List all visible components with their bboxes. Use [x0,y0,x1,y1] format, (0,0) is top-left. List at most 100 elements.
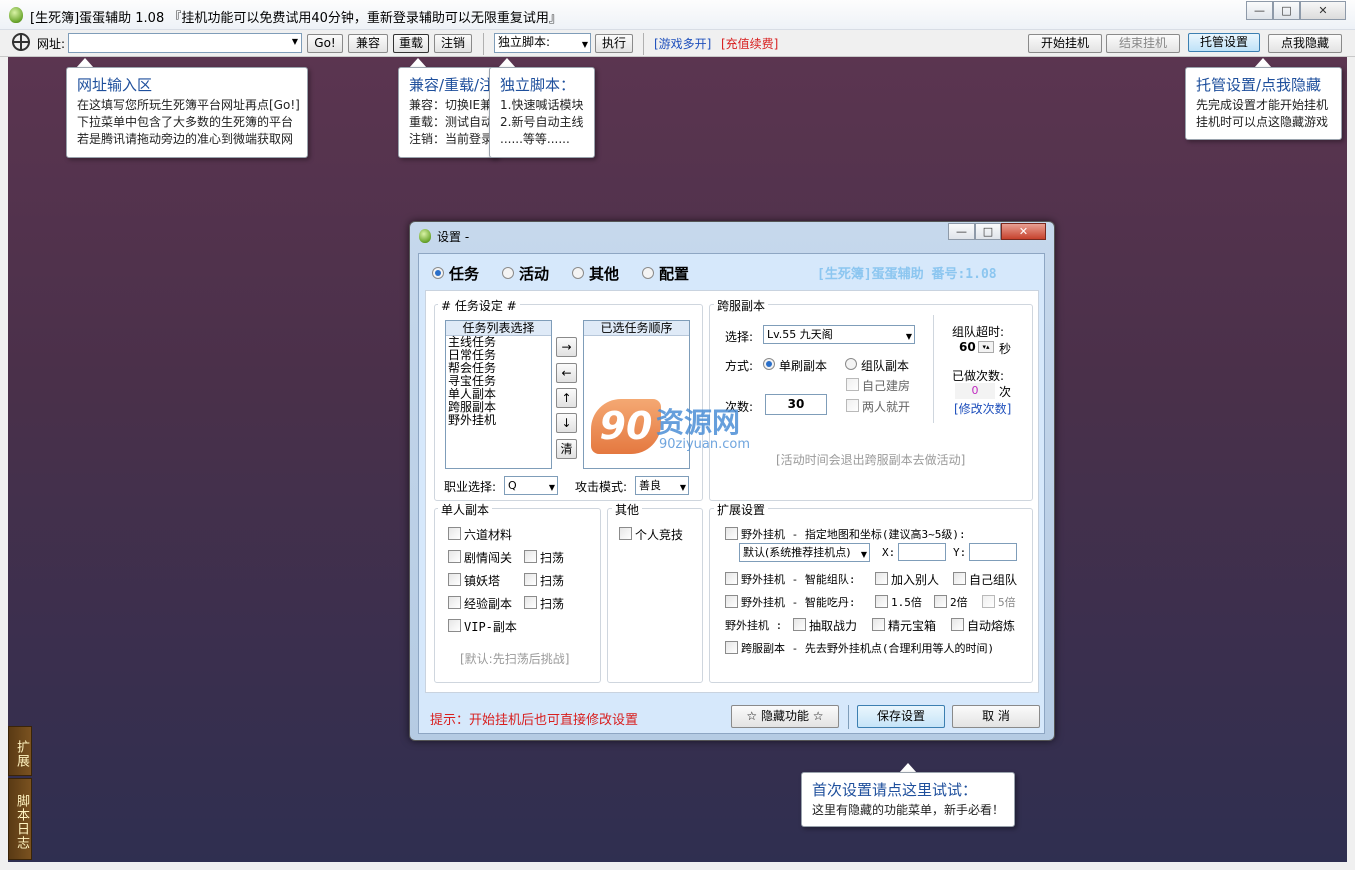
divider [848,705,849,729]
field-map-checkbox[interactable] [725,527,738,540]
job-value: Q [508,479,517,492]
stop-hangup-button[interactable]: 结束挂机 [1106,34,1180,53]
solo-checkbox[interactable] [448,550,461,563]
tab-activity[interactable]: 活动 [519,263,549,284]
multi-open-link[interactable]: [游戏多开] [654,35,711,52]
other-legend: 其他 [612,501,643,518]
crosshair-icon[interactable] [12,33,30,51]
dialog-minimize-button[interactable]: — [948,223,975,240]
modify-count-link[interactable]: [修改次数] [954,400,1011,417]
url-input[interactable]: ▼ [68,33,302,53]
arena-checkbox[interactable] [619,527,632,540]
move-left-button[interactable]: ← [556,363,577,383]
two-open-checkbox[interactable] [846,399,859,412]
tip-line: 先完成设置才能开始挂机 [1196,98,1329,112]
script-select[interactable]: 独立脚本: ▼ [494,33,591,53]
toolbar: 网址: ▼ Go! 兼容 重载 注销 独立脚本: ▼ 执行 [游戏多开] [充值续… [0,30,1355,57]
tab-config[interactable]: 配置 [659,263,689,284]
first-setup-tip: 首次设置请点这里试试： 这里有隐藏的功能菜单，新手必看！ [801,772,1015,827]
tab-task-radio[interactable] [432,267,444,279]
pill-2x-checkbox[interactable] [934,595,947,608]
tab-activity-radio[interactable] [502,267,514,279]
solo-note: [默认:先扫荡后挑战] [460,652,570,666]
tab-task[interactable]: 任务 [449,263,479,284]
attack-mode-select[interactable]: 善良 ▼ [635,476,689,495]
auto-smelt-checkbox[interactable] [951,618,964,631]
frame-bottom [0,862,1355,870]
minimize-button[interactable]: — [1246,1,1273,20]
move-up-button[interactable]: ↑ [556,388,577,408]
team-timeout-value[interactable]: 60 [959,340,976,354]
smart-team-label: 野外挂机 - 智能组队: [741,573,856,586]
smart-pill-checkbox[interactable] [725,595,738,608]
team-radio[interactable] [845,358,857,370]
divider [483,33,484,55]
cross-first-checkbox[interactable] [725,641,738,654]
chevron-down-icon[interactable]: ▼ [292,37,298,46]
smart-team-checkbox[interactable] [725,572,738,585]
hide-game-button[interactable]: 点我隐藏 [1268,34,1342,53]
close-button[interactable]: ✕ [1300,1,1346,20]
single-label: 单刷副本 [779,359,828,373]
count-input[interactable]: 30 [765,394,827,415]
sweep-checkbox[interactable] [524,550,537,563]
essence-box-checkbox[interactable] [872,618,885,631]
move-down-button[interactable]: ↓ [556,413,577,433]
own-team-checkbox[interactable] [953,572,966,585]
save-settings-button[interactable]: 保存设置 [857,705,945,728]
maximize-button[interactable]: □ [1273,1,1300,20]
sweep-checkbox[interactable] [524,573,537,586]
recharge-link[interactable]: [充值续费] [721,35,778,52]
logout-button[interactable]: 注销 [434,34,472,53]
move-right-button[interactable]: → [556,337,577,357]
script-log-tab[interactable]: 脚本日志 [8,778,32,860]
job-select[interactable]: Q ▼ [504,476,558,495]
single-radio[interactable] [763,358,775,370]
solo-checkbox[interactable] [448,527,461,540]
pill-5x-checkbox[interactable] [982,595,995,608]
expand-tab[interactable]: 扩展 [8,726,32,776]
tab-other[interactable]: 其他 [589,263,619,284]
list-item[interactable]: 野外挂机 [448,414,551,427]
go-button[interactable]: Go! [307,34,343,53]
frame-right [1347,57,1355,870]
done-count-value: 0 [955,383,995,399]
task-list[interactable]: 任务列表选择 主线任务 日常任务 帮会任务 寻宝任务 单人副本 跨服副本 野外挂… [445,320,552,469]
y-label: Y: [953,546,967,559]
solo-checkbox[interactable] [448,573,461,586]
hidden-features-button[interactable]: ☆ 隐藏功能 ☆ [731,705,839,728]
tip-line: ......等等...... [500,132,570,146]
timeout-stepper[interactable]: ▾▴ [978,341,994,353]
pill-1-5x-checkbox[interactable] [875,595,888,608]
solo-checkbox[interactable] [448,619,461,632]
map-select[interactable]: 默认(系统推荐挂机点) ▼ [739,543,870,562]
sweep-checkbox[interactable] [524,596,537,609]
reload-button[interactable]: 重载 [393,34,429,53]
join-others-checkbox[interactable] [875,572,888,585]
compat-tip: 兼容/重载/注 兼容：切换IE兼 重载：测试自动 注销：当前登录 [398,67,498,158]
self-room-checkbox[interactable] [846,378,859,391]
sweep-label: 扫荡 [540,574,565,588]
frame-left [0,57,8,870]
dialog-maximize-button[interactable]: □ [975,223,1001,240]
tab-config-radio[interactable] [642,267,654,279]
sweep-label: 扫荡 [540,597,565,611]
y-input[interactable] [969,543,1017,561]
solo-label: 经验副本 [464,597,513,611]
x-input[interactable] [898,543,946,561]
chevron-down-icon: ▼ [679,483,686,492]
hosting-settings-button[interactable]: 托管设置 [1188,33,1260,52]
dialog-close-button[interactable]: ✕ [1001,223,1046,240]
draw-power-label: 抽取战力 [809,619,858,633]
draw-power-checkbox[interactable] [793,618,806,631]
cancel-button[interactable]: 取 消 [952,705,1040,728]
clear-button[interactable]: 清 [556,439,577,459]
chevron-down-icon: ▼ [905,332,912,341]
start-hangup-button[interactable]: 开始挂机 [1028,34,1102,53]
essence-box-label: 精元宝箱 [888,619,937,633]
compat-button[interactable]: 兼容 [348,34,388,53]
execute-button[interactable]: 执行 [595,34,633,53]
tab-other-radio[interactable] [572,267,584,279]
solo-checkbox[interactable] [448,596,461,609]
dungeon-select[interactable]: Lv.55 九天阁 ▼ [763,325,915,344]
